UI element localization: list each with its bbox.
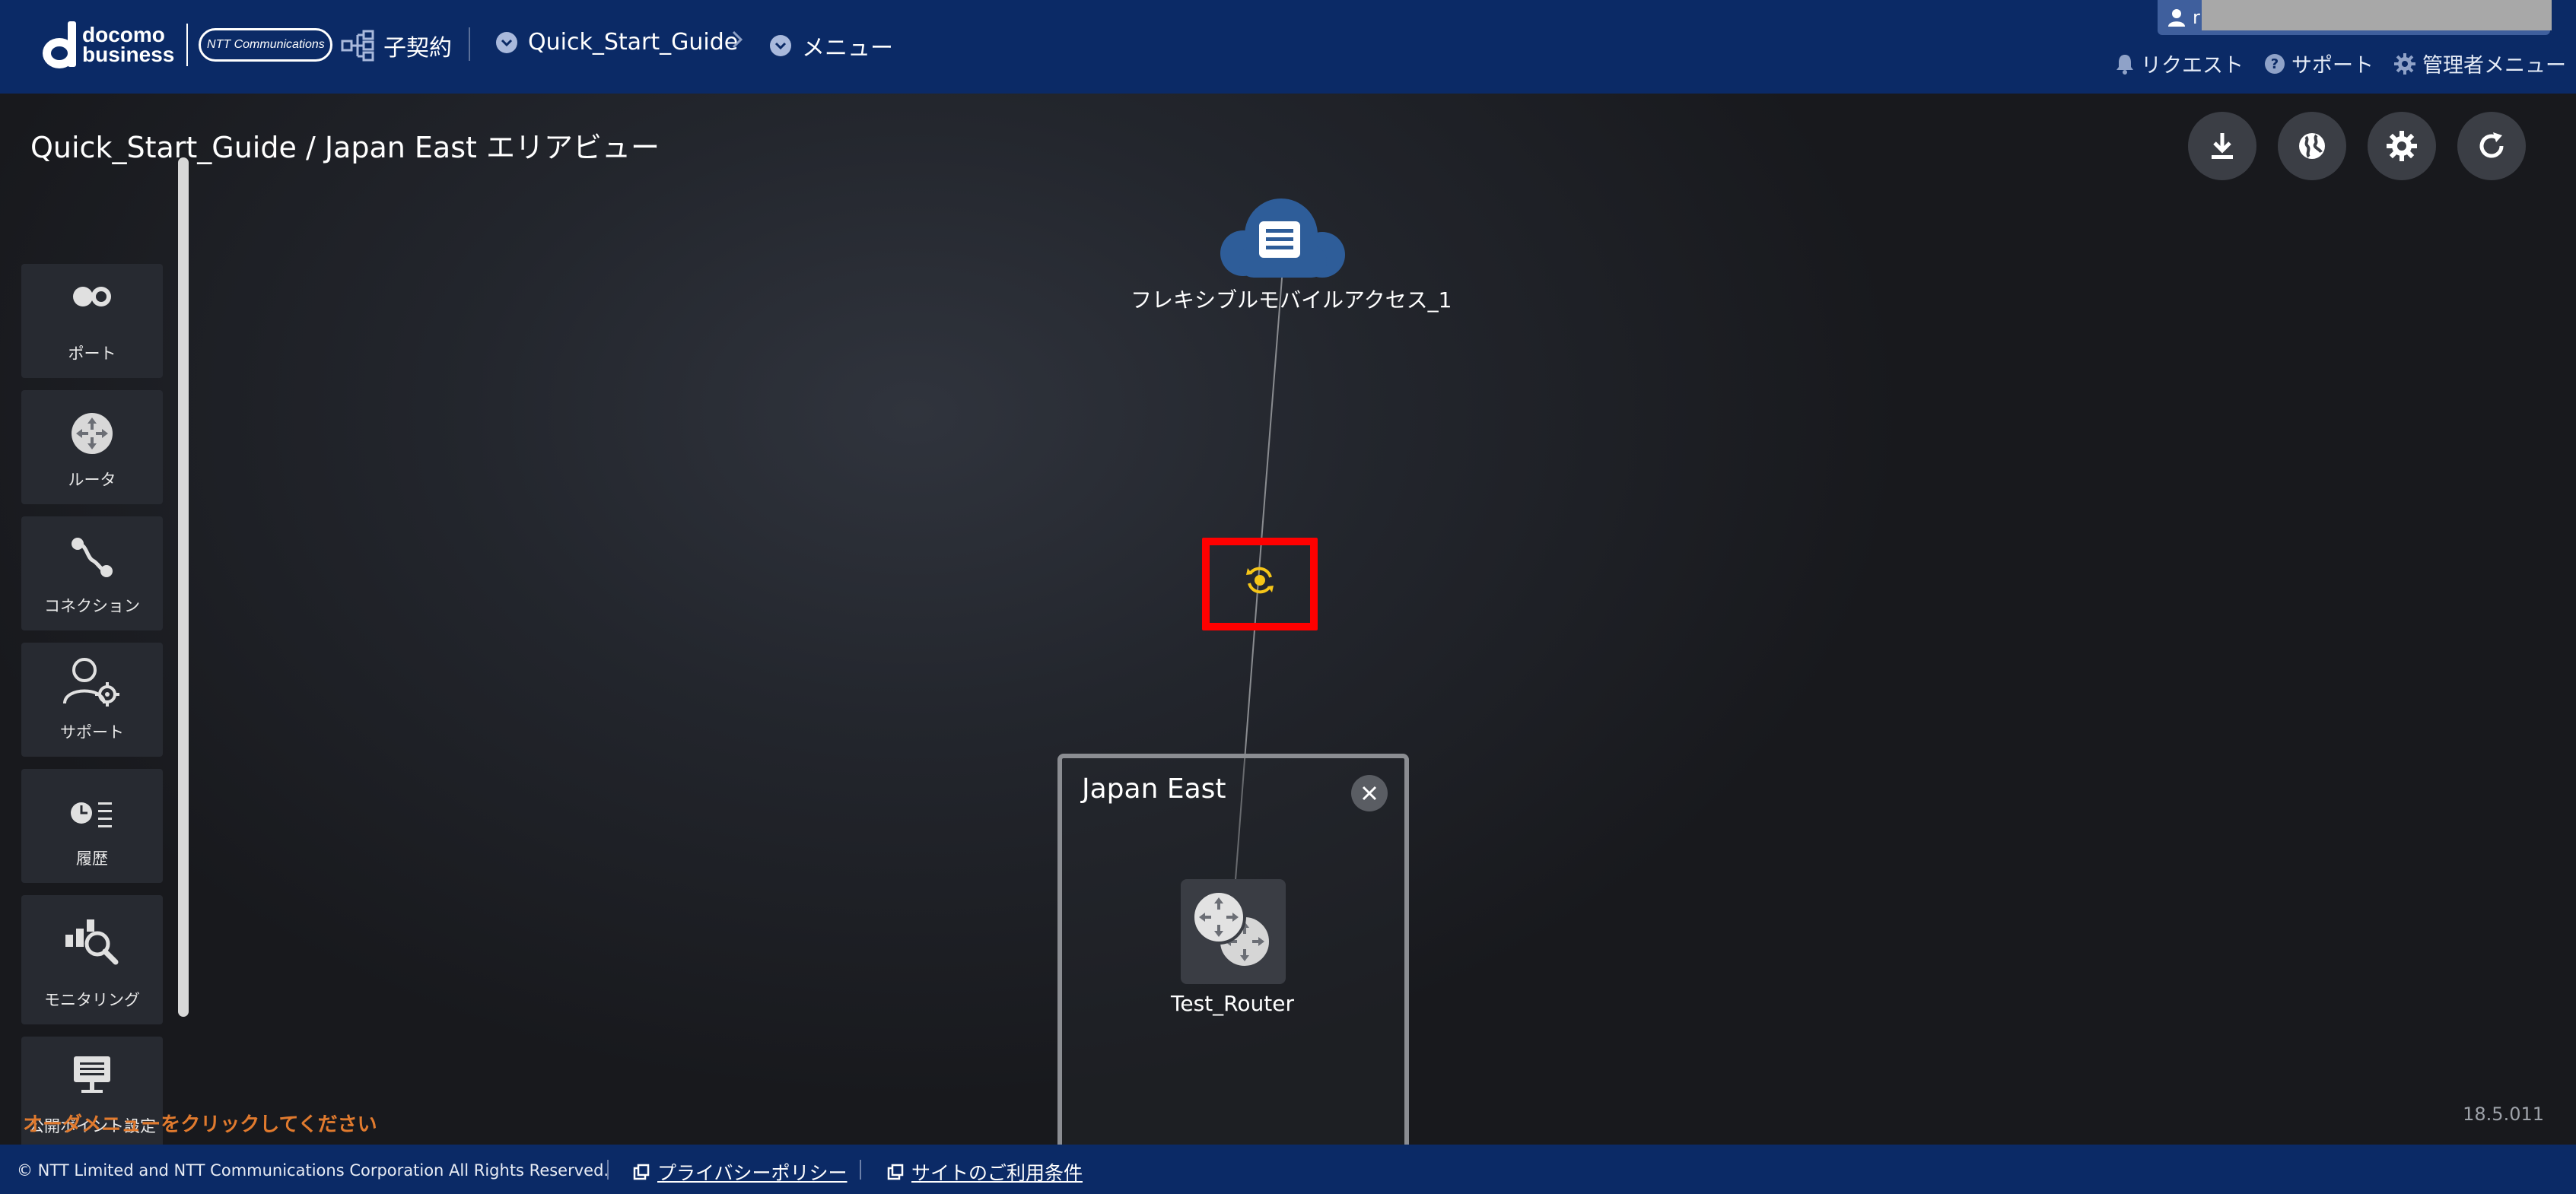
redacted-username (2202, 0, 2552, 30)
support-label: サポート (2291, 54, 2374, 78)
breadcrumb-project-label: Quick_Start_Guide (528, 29, 739, 56)
logo-wordmark: docomo business (82, 24, 175, 66)
sidebar-item-label: モニタリング (44, 991, 140, 1009)
router-icon (1191, 890, 1272, 969)
sidebar-item-label: ポート (68, 345, 116, 363)
sidebar-item-label: コネクション (44, 597, 140, 615)
ntt-logo-text: NTT Communications (207, 38, 325, 51)
privacy-policy-label: プライバシーポリシー (657, 1162, 848, 1184)
refresh-icon (2479, 132, 2504, 158)
gear-icon (2387, 131, 2417, 161)
chevron-down-circle-icon (770, 35, 791, 56)
admin-menu-link[interactable]: 管理者メニュー (2393, 49, 2566, 78)
connection-status-sync-icon[interactable] (1245, 565, 1275, 595)
sidebar-item-history[interactable]: 履歴 (21, 769, 163, 883)
gear-icon (2394, 52, 2415, 75)
page-title: Quick_Start_Guide / Japan East エリアビュー (30, 131, 660, 164)
download-icon (2212, 133, 2233, 159)
cloud-node-flexible-mobile-access[interactable] (1216, 192, 1350, 281)
user-icon (2168, 9, 2185, 27)
request-link[interactable]: リクエスト (2115, 49, 2244, 78)
order-menu-hint: オーダメニューをクリックしてください (23, 1113, 377, 1136)
sidebar-item-port[interactable]: ポート (21, 264, 163, 378)
globe-button[interactable] (2278, 112, 2346, 180)
history-icon (71, 802, 112, 827)
terms-of-use-label: サイトのご利用条件 (911, 1162, 1083, 1184)
sidebar-item-router[interactable]: ルータ (21, 390, 163, 504)
sidebar-scrollbar[interactable] (178, 157, 189, 1017)
help-circle-icon: ? (2265, 53, 2285, 74)
settings-button[interactable] (2368, 112, 2436, 180)
admin-menu-label: 管理者メニュー (2422, 54, 2566, 78)
breadcrumb-item-project[interactable]: Quick_Start_Guide (496, 29, 738, 56)
footer-divider (607, 1160, 609, 1180)
sidebar-item-support[interactable]: サポート (21, 643, 163, 757)
version-number: 18.5.011 (2463, 1103, 2544, 1125)
cloud-icon (1220, 198, 1345, 278)
support-user-gear-icon (63, 658, 119, 707)
user-account-menu[interactable]: r (2158, 0, 2552, 35)
sidebar-item-monitoring[interactable]: モニタリング (21, 895, 163, 1024)
sidebar-item-label: サポート (60, 723, 124, 741)
connection-icon (72, 538, 113, 577)
external-link-icon (633, 1164, 650, 1180)
footer-divider (860, 1160, 861, 1180)
docomo-business-logo[interactable]: docomo business NTT Communications (43, 21, 333, 68)
header-divider (469, 27, 470, 61)
bell-icon (2116, 54, 2133, 75)
area-title: Japan East (1082, 773, 1226, 805)
sidebar-item-label: 履歴 (76, 849, 108, 868)
sidebar-item-connection[interactable]: コネクション (21, 516, 163, 630)
cloud-node-label: フレキシブルモバイルアクセス_1 (1131, 287, 1452, 313)
router-icon (72, 413, 113, 454)
area-view-canvas[interactable]: Quick_Start_Guide / Japan East エリアビュー ポー… (0, 94, 2576, 1145)
router-node-label: Test_Router (1171, 991, 1294, 1016)
ntt-communications-logo: NTT Communications (199, 28, 333, 62)
close-icon (1362, 786, 1377, 801)
refresh-button[interactable] (2457, 112, 2526, 180)
logo-divider (186, 24, 189, 66)
chevron-down-circle-icon (496, 31, 517, 53)
router-node-test-router[interactable] (1181, 879, 1286, 984)
breadcrumb-separator-icon (730, 29, 744, 50)
monitoring-icon (65, 919, 119, 965)
globe-icon (2299, 133, 2325, 159)
public-point-icon (74, 1056, 110, 1093)
app-footer: © NTT Limited and NTT Communications Cor… (0, 1145, 2576, 1194)
breadcrumb-menu-label: メニュー (802, 35, 893, 62)
svg-text:?: ? (2271, 56, 2279, 72)
download-button[interactable] (2188, 112, 2256, 180)
contract-switcher[interactable]: 子契約 (341, 29, 452, 62)
request-label: リクエスト (2141, 54, 2244, 78)
sidebar-item-label: ルータ (68, 471, 116, 489)
breadcrumb-item-menu[interactable]: メニュー (770, 29, 893, 62)
privacy-policy-link[interactable]: プライバシーポリシー (633, 1158, 848, 1186)
docomo-d-mark-icon (43, 21, 78, 68)
logo-line-2: business (82, 43, 175, 66)
support-link[interactable]: ? サポート (2264, 49, 2374, 78)
copyright-text: © NTT Limited and NTT Communications Cor… (17, 1161, 609, 1180)
user-name: r (2193, 7, 2200, 28)
area-close-button[interactable] (1351, 775, 1388, 811)
terms-of-use-link[interactable]: サイトのご利用条件 (887, 1158, 1083, 1186)
external-link-icon (887, 1164, 904, 1180)
contract-label: 子契約 (383, 35, 452, 62)
tree-structure-icon (341, 30, 374, 62)
port-icon (73, 287, 111, 306)
app-header: docomo business NTT Communications 子契約 Q… (0, 0, 2576, 94)
